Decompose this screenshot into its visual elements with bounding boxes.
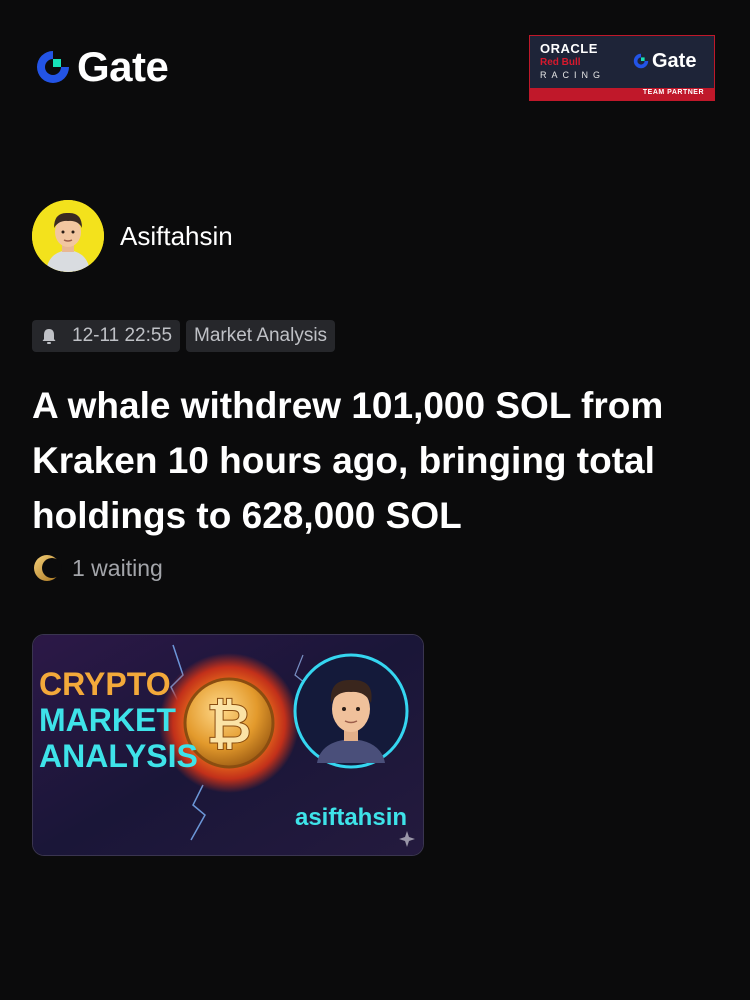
thumbnail-graphic: ₿ CRYPTO MARKET ANALYSIS asiftahsin [33,635,423,855]
waiting-indicator: 1 waiting [32,553,163,583]
loading-moon-icon [34,555,62,581]
thumb-line3: ANALYSIS [39,738,198,774]
thumb-handle: asiftahsin [295,804,407,831]
author-name[interactable]: Asiftahsin [120,221,233,252]
gate-logo-icon [37,51,69,83]
partner-badge[interactable]: ORACLE Red Bull RACING Gate TEAM PARTNER [529,35,715,101]
thumb-line2: MARKET [39,702,176,738]
thumb-line1: CRYPTO [39,666,171,702]
svg-text:₿: ₿ [206,692,252,755]
post-title: A whale withdrew 101,000 SOL from Kraken… [32,385,664,536]
partner-strip: TEAM PARTNER [530,88,714,100]
bell-icon [42,329,56,344]
waiting-text: 1 waiting [72,554,163,581]
post-time: 12-11 22:55 [72,325,173,346]
post-meta: 12-11 22:55 Market Analysis [32,320,336,352]
post-category: Market Analysis [194,325,328,346]
partner-redbull-text: Red Bull [540,57,581,68]
post-thumbnail[interactable]: ₿ CRYPTO MARKET ANALYSIS asiftahsin [32,634,424,856]
partner-gate-text: Gate [652,50,697,72]
gate-logo[interactable]: Gate [33,43,169,90]
author-row[interactable]: Asiftahsin [32,200,233,272]
category-tag[interactable]: Market Analysis [186,320,336,352]
partner-racing-text: RACING [540,70,606,80]
avatar[interactable] [32,200,104,272]
partner-strip-text: TEAM PARTNER [642,89,704,96]
brand-name: Gate [77,43,169,90]
time-tag: 12-11 22:55 [32,320,181,352]
avatar-illustration [32,200,104,272]
partner-gate-icon [633,53,649,69]
top-header: Gate ORACLE Red Bull RACING Gate TEAM PA… [0,0,750,140]
partner-oracle-text: ORACLE [540,41,598,56]
